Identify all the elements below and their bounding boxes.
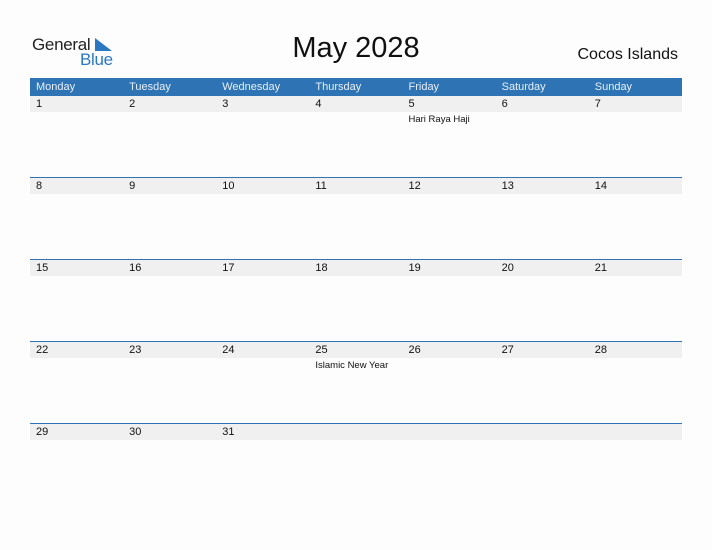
holiday-label (216, 440, 309, 442)
week-row: 15 16 17 18 19 20 21 (30, 259, 682, 341)
weekday-header: Monday Tuesday Wednesday Thursday Friday… (30, 78, 682, 96)
day-number: 1 (36, 98, 43, 110)
holiday-label (30, 112, 123, 125)
day-number: 19 (408, 262, 421, 274)
holiday-label (403, 440, 496, 442)
day-number: 27 (501, 344, 514, 356)
holiday-label (123, 440, 216, 442)
day-number: 4 (315, 98, 322, 110)
holiday-label (496, 276, 589, 278)
weekday-saturday: Saturday (501, 81, 546, 93)
holiday-label (589, 112, 682, 125)
holiday-label: Islamic New Year (315, 360, 389, 371)
holiday-label (30, 276, 123, 278)
day-number: 21 (594, 262, 607, 274)
day-number: 23 (129, 344, 142, 356)
events-row (30, 194, 682, 196)
day-number: 31 (222, 426, 235, 438)
holiday-label (589, 194, 682, 196)
holiday-label (216, 112, 309, 125)
events-row: Islamic New Year (30, 358, 682, 371)
holiday-label (496, 440, 589, 442)
day-number: 8 (36, 180, 43, 192)
day-number: 18 (315, 262, 328, 274)
weekday-monday: Monday (36, 81, 76, 93)
holiday-label (403, 194, 496, 196)
day-number: 15 (36, 262, 49, 274)
day-number: 14 (594, 180, 607, 192)
date-strip: 1 2 3 4 5 6 7 (30, 96, 682, 112)
weekday-friday: Friday (408, 81, 440, 93)
holiday-label (589, 358, 682, 371)
country-label: Cocos Islands (577, 46, 679, 63)
day-number: 3 (222, 98, 229, 110)
holiday-label (123, 358, 216, 371)
holiday-label (309, 194, 402, 196)
holiday-label (496, 112, 589, 125)
day-number: 16 (129, 262, 142, 274)
day-number: 10 (222, 180, 235, 192)
day-number (403, 424, 496, 440)
week-row: 29 30 31 (30, 423, 682, 505)
holiday-label (123, 112, 216, 125)
day-number: 5 (408, 98, 415, 110)
events-row (30, 440, 682, 442)
holiday-label (123, 194, 216, 196)
holiday-label (403, 358, 496, 371)
day-number: 7 (594, 98, 601, 110)
holiday-label (589, 440, 682, 442)
weekday-tuesday: Tuesday (129, 81, 171, 93)
holiday-label (216, 276, 309, 278)
calendar-grid: Monday Tuesday Wednesday Thursday Friday… (30, 78, 682, 505)
holiday-label (403, 276, 496, 278)
day-number (309, 424, 402, 440)
date-strip: 15 16 17 18 19 20 21 (30, 260, 682, 276)
day-number: 13 (501, 180, 514, 192)
holiday-label (496, 194, 589, 196)
week-row: 22 23 24 25 26 27 28 Islamic New Year (30, 341, 682, 423)
holiday-label (309, 276, 402, 278)
date-strip: 22 23 24 25 26 27 28 (30, 342, 682, 358)
date-strip: 29 30 31 (30, 424, 682, 440)
date-strip: 8 9 10 11 12 13 14 (30, 178, 682, 194)
day-number: 20 (501, 262, 514, 274)
day-number: 17 (222, 262, 235, 274)
day-number: 30 (129, 426, 142, 438)
weekday-wednesday: Wednesday (222, 81, 281, 93)
holiday-label (30, 194, 123, 196)
holiday-label (309, 440, 402, 442)
day-number: 29 (36, 426, 49, 438)
holiday-label (589, 276, 682, 278)
day-number: 26 (408, 344, 421, 356)
day-number (589, 424, 682, 440)
day-number: 9 (129, 180, 136, 192)
day-number: 24 (222, 344, 235, 356)
events-row (30, 276, 682, 278)
holiday-label (216, 194, 309, 196)
day-number: 6 (501, 98, 508, 110)
day-number: 2 (129, 98, 136, 110)
holiday-label (30, 358, 123, 371)
weekday-sunday: Sunday (594, 81, 633, 93)
holiday-label (30, 440, 123, 442)
day-number: 28 (594, 344, 607, 356)
week-row: 1 2 3 4 5 6 7 Hari Raya Haji (30, 96, 682, 177)
holiday-label: Hari Raya Haji (408, 114, 470, 125)
day-number (496, 424, 589, 440)
day-number: 25 (315, 344, 328, 356)
day-number: 22 (36, 344, 49, 356)
week-row: 8 9 10 11 12 13 14 (30, 177, 682, 259)
weekday-thursday: Thursday (315, 81, 362, 93)
day-number: 12 (408, 180, 421, 192)
day-number: 11 (315, 180, 327, 192)
holiday-label (123, 276, 216, 278)
events-row: Hari Raya Haji (30, 112, 682, 125)
weeks-container: 1 2 3 4 5 6 7 Hari Raya Haji 8 9 10 11 12 13 14 15 16 17 1… (30, 96, 682, 505)
holiday-label (309, 112, 402, 125)
holiday-label (216, 358, 309, 371)
holiday-label (496, 358, 589, 371)
